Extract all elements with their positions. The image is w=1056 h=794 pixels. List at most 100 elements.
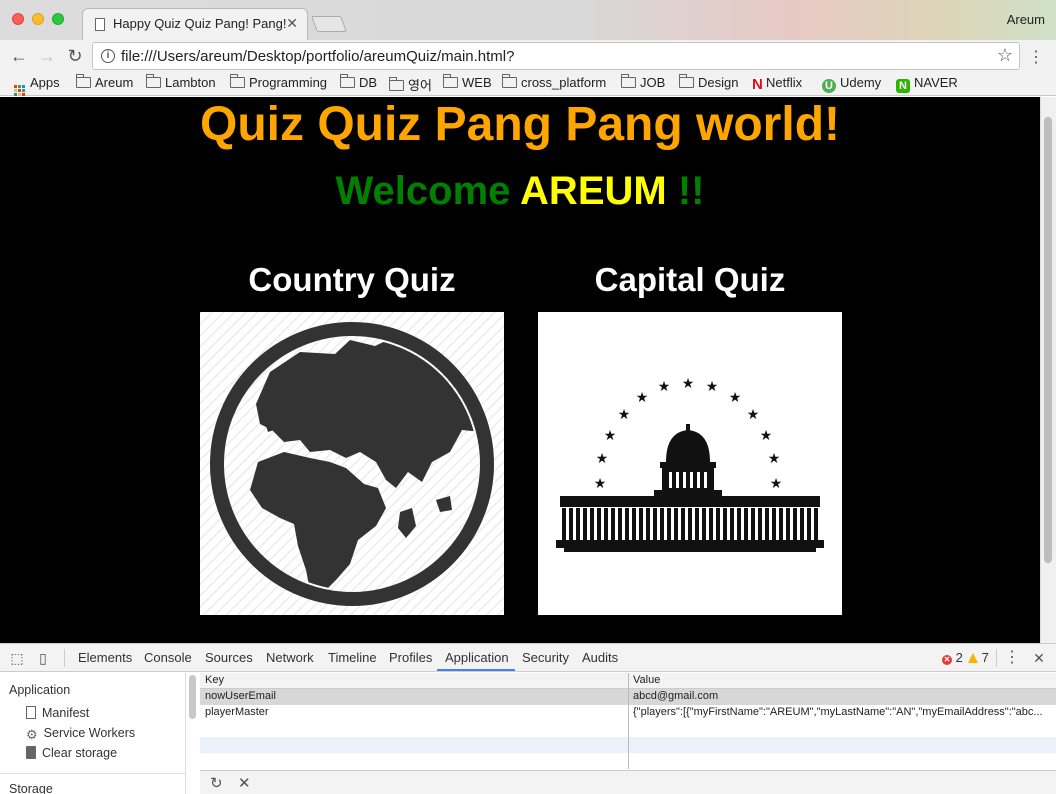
bookmark-apps[interactable]: Apps	[14, 75, 60, 96]
browser-tab[interactable]: Happy Quiz Quiz Pang! Pang! ✕	[82, 8, 308, 40]
column-header-value[interactable]: Value	[633, 674, 1051, 686]
tab-profiles[interactable]: Profiles	[389, 650, 432, 665]
svg-text:★: ★	[594, 476, 607, 492]
apps-grid-icon	[14, 85, 25, 96]
svg-text:★: ★	[747, 407, 760, 423]
page-icon	[95, 18, 105, 31]
bookmark-web[interactable]: WEB	[442, 74, 492, 93]
profile-name[interactable]: Areum	[1007, 12, 1045, 27]
tab-network[interactable]: Network	[266, 650, 314, 665]
error-count[interactable]: ✕ 2	[942, 650, 963, 665]
folder-icon	[501, 74, 517, 88]
bookmark-lambton[interactable]: Lambton	[145, 74, 216, 93]
storage-table-footer: ↻ ✕	[200, 770, 1056, 794]
application-sidebar: Application Manifest ⚙ Service Workers Cl…	[0, 673, 186, 794]
tab-sources[interactable]: Sources	[205, 650, 253, 665]
netflix-icon: N	[752, 76, 763, 93]
devtools-menu-icon[interactable]: ⋮	[1003, 649, 1021, 667]
welcome-text: Welcome	[335, 169, 511, 213]
svg-text:★: ★	[760, 428, 773, 444]
bookmark-label: Apps	[30, 75, 60, 90]
browser-menu-icon[interactable]: ⋮	[1028, 47, 1044, 67]
bookmark-db[interactable]: DB	[339, 74, 378, 93]
svg-text:★: ★	[770, 476, 783, 492]
bookmark-label: DB	[359, 75, 378, 90]
bookmark-naver[interactable]: N NAVER	[896, 75, 958, 93]
folder-icon	[388, 77, 404, 91]
bookmark-label: JOB	[640, 75, 666, 90]
page-scroll-thumb[interactable]	[1044, 117, 1052, 563]
address-bar[interactable]: i file:///Users/areum/Desktop/portfolio/…	[92, 42, 1020, 70]
bookmark-english[interactable]: 영어	[388, 75, 432, 93]
svg-text:★: ★	[729, 390, 742, 406]
inspect-element-icon[interactable]: ⬚	[8, 649, 26, 667]
tab-application[interactable]: Application	[445, 650, 509, 665]
window-minimize-button[interactable]	[32, 13, 44, 25]
row-value: abcd@gmail.com	[633, 690, 719, 702]
row-key: nowUserEmail	[205, 690, 276, 702]
naver-icon: N	[896, 79, 910, 93]
capitol-icon: ★ ★ ★ ★ ★ ★ ★ ★ ★ ★ ★ ★ ★	[556, 376, 824, 552]
bookmark-areum[interactable]: Areum	[75, 74, 133, 93]
window-maximize-button[interactable]	[52, 13, 64, 25]
bookmark-udemy[interactable]: U Udemy	[822, 75, 881, 93]
tab-console[interactable]: Console	[144, 650, 192, 665]
url-text[interactable]: file:///Users/areum/Desktop/portfolio/ar…	[121, 48, 514, 65]
bookmark-netflix[interactable]: N Netflix	[752, 75, 802, 93]
reload-icon[interactable]: ↻	[64, 45, 86, 67]
bookmark-label: Programming	[249, 75, 328, 90]
info-icon[interactable]: i	[101, 49, 115, 63]
devtools-tabbar: ⬚ ▯ Elements Console Sources Network Tim…	[0, 644, 1056, 672]
refresh-icon[interactable]: ↻	[210, 774, 223, 792]
sidebar-divider	[0, 773, 186, 774]
bookmark-star-icon[interactable]: ☆	[997, 45, 1013, 66]
sidebar-scrollbar[interactable]	[189, 675, 196, 719]
svg-text:★: ★	[682, 376, 695, 392]
bookmark-job[interactable]: JOB	[620, 74, 666, 93]
bookmark-label: 영어	[408, 78, 432, 93]
capital-quiz-card[interactable]: ★ ★ ★ ★ ★ ★ ★ ★ ★ ★ ★ ★ ★	[538, 312, 842, 615]
bookmarks-bar: Apps Areum Lambton Programming DB 영어 WEB…	[0, 72, 1056, 96]
close-devtools-icon[interactable]: ✕	[1030, 649, 1048, 667]
globe-icon	[200, 312, 504, 615]
back-arrow-icon[interactable]: ←	[8, 45, 30, 67]
tab-audits[interactable]: Audits	[582, 650, 618, 665]
new-tab-button[interactable]	[311, 16, 347, 32]
sidebar-item-manifest[interactable]: Manifest	[26, 706, 89, 720]
browser-toolbar: ← → ↻ i file:///Users/areum/Desktop/port…	[0, 40, 1056, 72]
row-key: playerMaster	[205, 706, 269, 718]
welcome-exclaim: !!	[677, 169, 705, 213]
bookmark-design[interactable]: Design	[678, 74, 738, 93]
svg-text:★: ★	[618, 407, 631, 423]
page-title: Quiz Quiz Pang Pang world!	[199, 98, 840, 151]
svg-text:★: ★	[658, 379, 671, 395]
page-scrollbar[interactable]	[1040, 97, 1056, 643]
svg-text:★: ★	[636, 390, 649, 406]
tab-security[interactable]: Security	[522, 650, 569, 665]
bookmark-label: WEB	[462, 75, 492, 90]
tab-elements[interactable]: Elements	[78, 650, 132, 665]
delete-icon[interactable]: ✕	[238, 774, 251, 792]
bookmark-label: Udemy	[840, 75, 882, 90]
bookmark-label: NAVER	[914, 75, 958, 90]
toolbar-divider	[64, 649, 65, 667]
bookmark-cross-platform[interactable]: cross_platform	[501, 74, 607, 93]
gear-icon: ⚙	[26, 727, 38, 742]
device-toolbar-icon[interactable]: ▯	[34, 649, 52, 667]
sidebar-item-service-workers[interactable]: ⚙ Service Workers	[26, 726, 135, 742]
window-close-button[interactable]	[12, 13, 24, 25]
capital-quiz-title: Capital Quiz	[594, 261, 786, 298]
warning-count[interactable]: 7	[968, 650, 989, 665]
column-header-key[interactable]: Key	[205, 674, 625, 686]
sidebar-item-clear-storage[interactable]: Clear storage	[26, 746, 117, 760]
bookmark-label: cross_platform	[521, 75, 607, 90]
bookmark-programming[interactable]: Programming	[229, 74, 328, 93]
country-quiz-card[interactable]	[200, 312, 504, 615]
forward-arrow-icon[interactable]: →	[36, 45, 58, 67]
error-icon: ✕	[942, 655, 952, 665]
udemy-icon: U	[822, 79, 836, 93]
tab-timeline[interactable]: Timeline	[328, 650, 377, 665]
web-page: Quiz Quiz Pang Pang world! Welcome AREUM…	[0, 97, 1056, 643]
welcome-message: Welcome AREUM !!	[0, 169, 1040, 214]
tab-close-icon[interactable]: ✕	[286, 15, 298, 32]
